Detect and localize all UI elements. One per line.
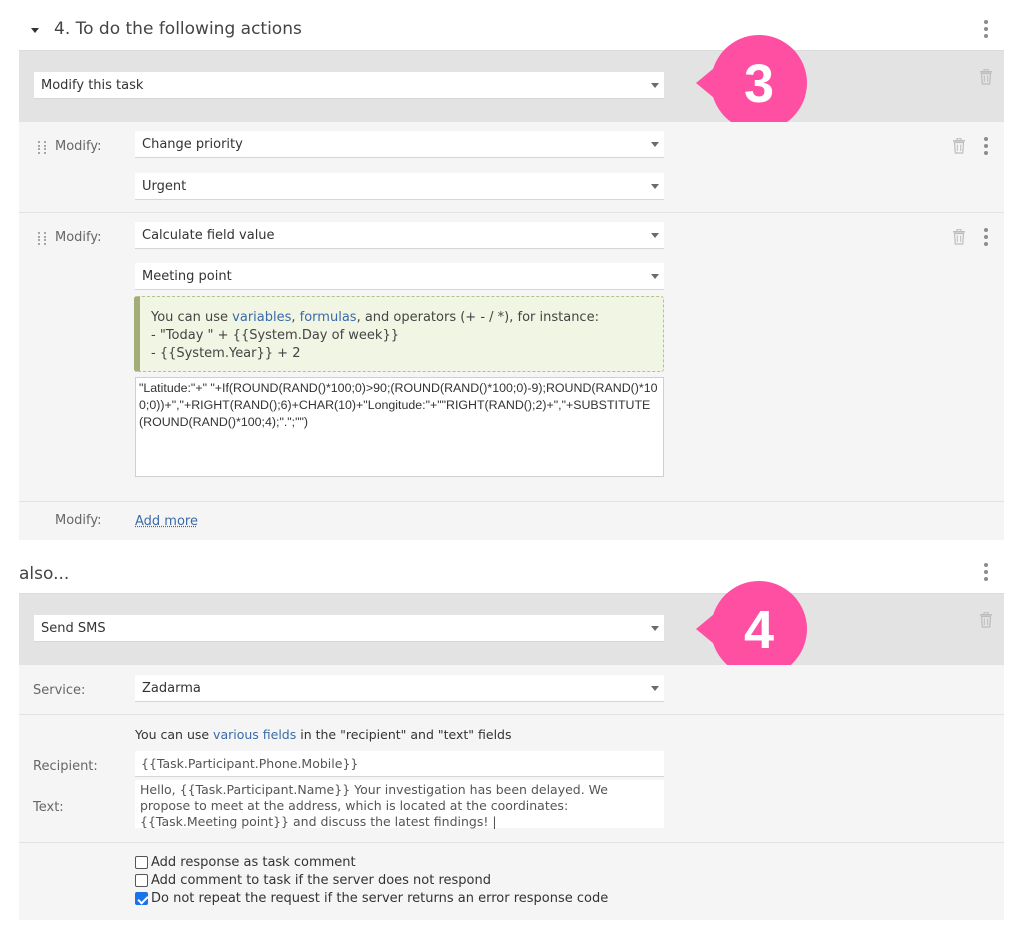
target-field-select[interactable]: Meeting point <box>135 263 664 290</box>
chevron-down-icon <box>651 184 659 189</box>
formula-hint: You can use variables, formulas, and ope… <box>134 296 664 372</box>
no-repeat-checkbox[interactable] <box>135 892 148 905</box>
variables-link[interactable]: variables <box>232 310 291 325</box>
select-value: Calculate field value <box>142 227 275 243</box>
action-select[interactable]: Send SMS <box>34 615 664 642</box>
modify-value-select[interactable]: Urgent <box>135 173 664 200</box>
add-more-link[interactable]: Add more <box>135 514 198 529</box>
hint-example: - {{System.Year}} + 2 <box>151 346 301 361</box>
svg-text:3: 3 <box>744 54 774 114</box>
trash-icon[interactable] <box>979 612 993 628</box>
service-select[interactable]: Zadarma <box>135 675 664 702</box>
hint-text: You can use <box>151 310 233 325</box>
select-value: Change priority <box>142 136 243 152</box>
no-response-comment-checkbox[interactable] <box>135 874 148 887</box>
chevron-down-icon <box>651 233 659 238</box>
recipient-input[interactable]: {{Task.Participant.Phone.Mobile}} <box>135 751 664 777</box>
modify-label: Modify: <box>55 139 102 154</box>
sms-text-input[interactable]: Hello, {{Task.Participant.Name}} Your in… <box>135 780 664 829</box>
modify-field-select[interactable]: Change priority <box>135 131 664 158</box>
trash-icon[interactable] <box>979 69 993 85</box>
chevron-down-icon <box>651 83 659 88</box>
svg-text:4: 4 <box>744 600 774 660</box>
various-fields-link[interactable]: various fields <box>213 727 296 742</box>
collapse-caret-icon[interactable] <box>31 28 39 33</box>
modify-field-select[interactable]: Calculate field value <box>135 222 664 249</box>
checkbox-row[interactable]: Add comment to task if the server does n… <box>135 873 491 888</box>
row-menu-icon[interactable] <box>983 228 989 246</box>
modify-label: Modify: <box>55 230 102 245</box>
input-value: {{Task.Participant.Phone.Mobile}} <box>141 756 359 771</box>
section-menu-icon[interactable] <box>983 20 989 38</box>
hint-text: in the "recipient" and "text" fields <box>296 727 512 742</box>
response-comment-checkbox[interactable] <box>135 856 148 869</box>
formula-textarea[interactable]: "Latitude:"+" "+If(ROUND(RAND()*100;0)>9… <box>135 377 664 477</box>
hint-example: - "Today " + {{System.Day of week}} <box>151 328 399 343</box>
recipient-label: Recipient: <box>33 759 98 774</box>
hint-text: , <box>291 310 300 325</box>
step-badge-4: 4 <box>696 581 807 677</box>
action-select[interactable]: Modify this task <box>34 72 664 99</box>
row-menu-icon[interactable] <box>983 137 989 155</box>
checkbox-label: Add response as task comment <box>151 855 356 870</box>
select-value: Urgent <box>142 178 187 194</box>
action-select-value: Modify this task <box>41 77 144 93</box>
section-menu-icon[interactable] <box>983 563 989 581</box>
drag-handle-icon[interactable] <box>38 141 47 155</box>
formulas-link[interactable]: formulas <box>300 310 357 325</box>
chevron-down-icon <box>651 626 659 631</box>
modify-label: Modify: <box>55 513 102 528</box>
drag-handle-icon[interactable] <box>38 232 47 246</box>
hint-text: , and operators (+ - / *), for instance: <box>356 310 599 325</box>
chevron-down-icon <box>651 686 659 691</box>
checkbox-label: Do not repeat the request if the server … <box>151 891 609 906</box>
text-label: Text: <box>33 800 64 815</box>
chevron-down-icon <box>651 274 659 279</box>
section-title: 4. To do the following actions <box>54 19 302 39</box>
select-value: Meeting point <box>142 268 232 284</box>
select-value: Zadarma <box>142 680 201 696</box>
trash-icon[interactable] <box>952 138 966 154</box>
chevron-down-icon <box>651 142 659 147</box>
fields-hint: You can use various fields in the "recip… <box>135 727 512 742</box>
service-label: Service: <box>33 683 86 698</box>
step-badge-3: 3 <box>696 35 807 131</box>
checkbox-row[interactable]: Do not repeat the request if the server … <box>135 891 608 906</box>
also-title: also... <box>19 564 70 584</box>
hint-text: You can use <box>135 727 214 742</box>
trash-icon[interactable] <box>952 229 966 245</box>
action-select-value: Send SMS <box>41 620 106 636</box>
checkbox-row[interactable]: Add response as task comment <box>135 855 356 870</box>
checkbox-label: Add comment to task if the server does n… <box>151 873 492 888</box>
